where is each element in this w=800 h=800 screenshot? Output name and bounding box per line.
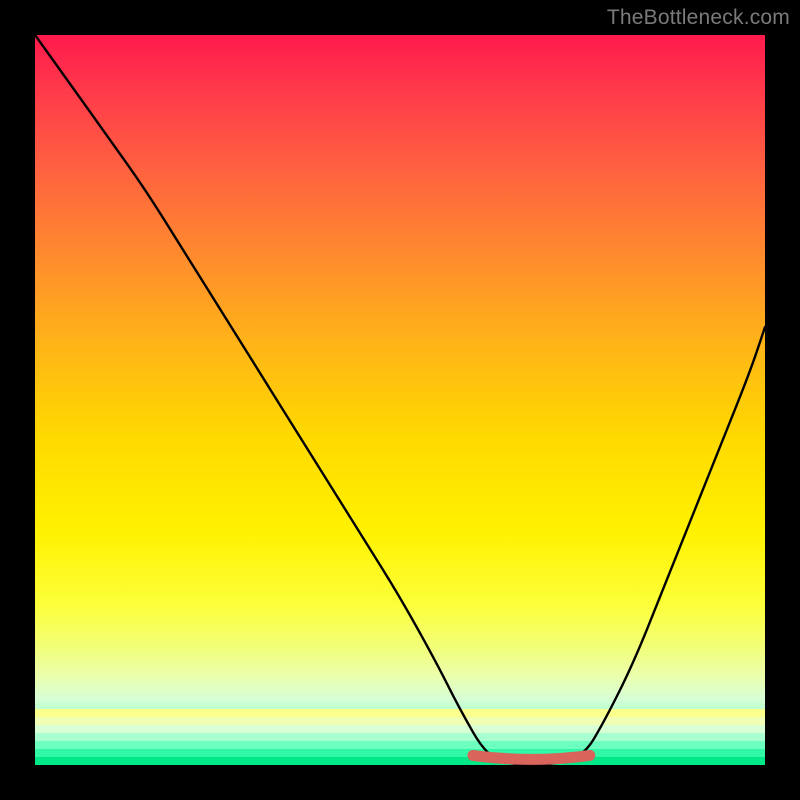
plot-area <box>35 35 765 765</box>
chart-frame: TheBottleneck.com <box>0 0 800 800</box>
bottleneck-curve <box>35 35 765 765</box>
watermark-text: TheBottleneck.com <box>607 6 790 30</box>
